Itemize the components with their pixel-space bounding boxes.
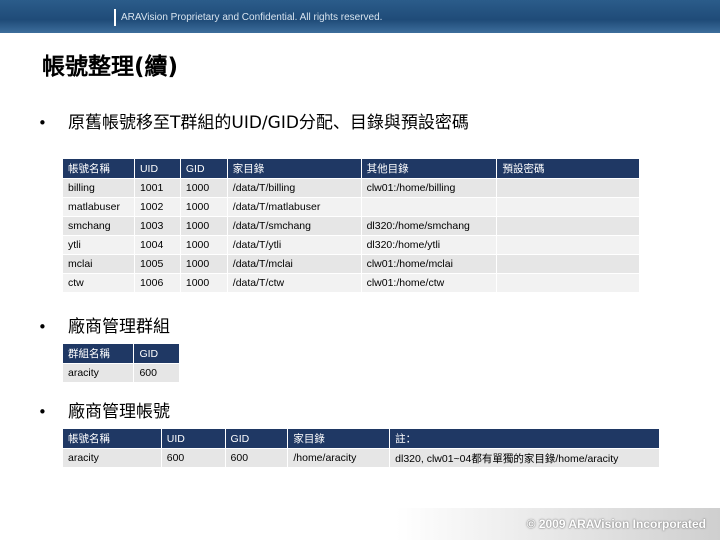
column-header: 家目錄 (226, 158, 362, 179)
column-header: UID (133, 158, 181, 179)
bullet-icon: • (38, 318, 47, 336)
table-cell: /data/T/matlabuser (226, 197, 362, 217)
column-header: 群組名稱 (61, 343, 135, 364)
column-header: 帳號名稱 (62, 158, 135, 179)
confidential-notice: ARAVision Proprietary and Confidential. … (121, 12, 383, 23)
column-header: GID (133, 343, 180, 364)
table-cell: clw01:/home/ctw (360, 273, 498, 293)
bullet-text: 原舊帳號移至T群組的UID/GID分配、目錄與預設密碼 (68, 113, 469, 133)
table-cell: 1006 (133, 273, 181, 293)
table-cell (496, 216, 640, 236)
table-cell: 600 (133, 363, 180, 383)
column-header: UID (160, 428, 226, 449)
table-row: aracity 600 600 /home/aracity dl320, clw… (62, 448, 660, 468)
table-header-row: 帳號名稱 UID GID 家目錄 其他目錄 預設密碼 (62, 158, 640, 179)
column-header: GID (179, 158, 228, 179)
table-cell (496, 178, 640, 198)
table-cell: /data/T/smchang (226, 216, 362, 236)
table-cell: ytli (62, 235, 135, 255)
table-cell: 1000 (179, 178, 228, 198)
column-header: 其他目錄 (360, 158, 498, 179)
table-cell: dl320:/home/smchang (360, 216, 498, 236)
header-divider (114, 9, 116, 26)
bullet-text: 廠商管理帳號 (68, 402, 170, 422)
table-cell: 1000 (179, 235, 228, 255)
column-header: 帳號名稱 (62, 428, 162, 449)
table-cell: /data/T/billing (226, 178, 362, 198)
table-row: matlabuser 1002 1000 /data/T/matlabuser (62, 197, 640, 217)
vendor-account-table: 帳號名稱 UID GID 家目錄 註： aracity 600 600 /hom… (62, 428, 660, 468)
bullet-icon: • (38, 403, 47, 421)
table-cell: clw01:/home/mclai (360, 254, 498, 274)
table-cell: /data/T/ctw (226, 273, 362, 293)
table-cell: /home/aracity (287, 448, 391, 468)
table-cell (360, 197, 498, 217)
bullet-section-2: • 廠商管理群組 (38, 312, 170, 337)
table-cell: /data/T/mclai (226, 254, 362, 274)
table-cell: aracity (62, 448, 162, 468)
table-cell: ctw (62, 273, 135, 293)
column-header: 預設密碼 (496, 158, 640, 179)
table-cell: 1003 (133, 216, 181, 236)
table-row: smchang 1003 1000 /data/T/smchang dl320:… (62, 216, 640, 236)
table-cell: dl320, clw01~04都有單獨的家目錄/home/aracity (389, 448, 660, 468)
bullet-icon: • (38, 114, 47, 132)
table-cell: billing (62, 178, 135, 198)
table-row: aracity 600 (61, 363, 180, 383)
slide-title: 帳號整理(續) (42, 54, 179, 80)
table-cell: 600 (160, 448, 226, 468)
table-cell: 1000 (179, 273, 228, 293)
table-cell: 1002 (133, 197, 181, 217)
table-cell (496, 273, 640, 293)
table-cell: /data/T/ytli (226, 235, 362, 255)
table-header-row: 帳號名稱 UID GID 家目錄 註： (62, 428, 660, 449)
table-cell: matlabuser (62, 197, 135, 217)
table-row: ctw 1006 1000 /data/T/ctw clw01:/home/ct… (62, 273, 640, 293)
table-row: ytli 1004 1000 /data/T/ytli dl320:/home/… (62, 235, 640, 255)
table-row: billing 1001 1000 /data/T/billing clw01:… (62, 178, 640, 198)
table-cell: 1000 (179, 197, 228, 217)
table-header-row: 群組名稱 GID (61, 343, 180, 364)
table-row: mclai 1005 1000 /data/T/mclai clw01:/hom… (62, 254, 640, 274)
column-header: 家目錄 (287, 428, 391, 449)
table-cell: dl320:/home/ytli (360, 235, 498, 255)
table-cell: smchang (62, 216, 135, 236)
table-cell: aracity (61, 363, 135, 383)
copyright-text: © 2009 ARAVision Incorporated (526, 517, 706, 531)
table-cell: 1000 (179, 254, 228, 274)
account-table: 帳號名稱 UID GID 家目錄 其他目錄 預設密碼 billing 1001 … (62, 158, 640, 293)
table-cell: mclai (62, 254, 135, 274)
table-cell (496, 254, 640, 274)
table-cell: 1001 (133, 178, 181, 198)
table-cell: 1004 (133, 235, 181, 255)
table-cell (496, 235, 640, 255)
table-cell: clw01:/home/billing (360, 178, 498, 198)
table-cell: 1000 (179, 216, 228, 236)
column-header: GID (224, 428, 289, 449)
table-cell: 1005 (133, 254, 181, 274)
table-cell: 600 (224, 448, 289, 468)
bullet-section-3: • 廠商管理帳號 (38, 397, 170, 422)
bullet-section-1: • 原舊帳號移至T群組的UID/GID分配、目錄與預設密碼 (38, 108, 469, 133)
group-table: 群組名稱 GID aracity 600 (61, 343, 180, 383)
table-cell (496, 197, 640, 217)
bullet-text: 廠商管理群組 (68, 317, 170, 337)
column-header: 註： (389, 428, 660, 449)
